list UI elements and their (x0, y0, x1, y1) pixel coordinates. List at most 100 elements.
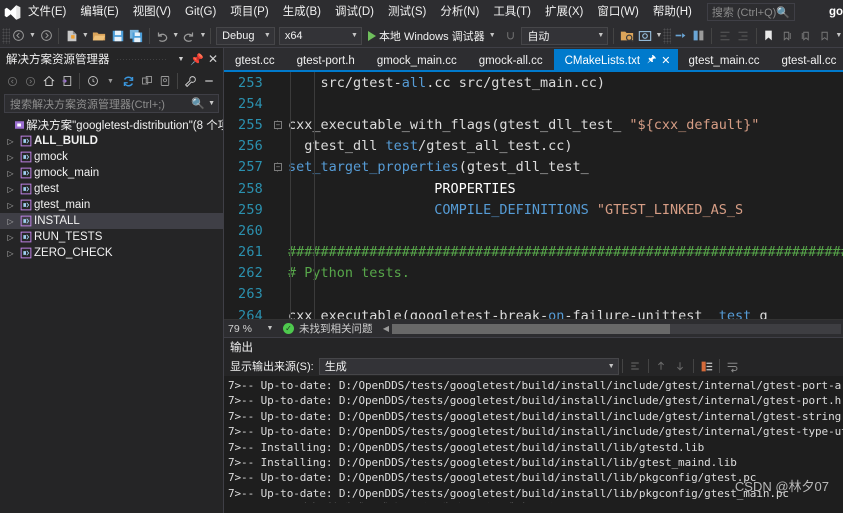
bookmark-icon[interactable] (760, 26, 779, 46)
toolbar-grip[interactable] (2, 27, 10, 44)
toggle-word-wrap-icon[interactable] (723, 357, 742, 375)
expand-arrow-icon[interactable]: ▷ (4, 249, 17, 258)
expand-arrow-icon[interactable]: ▷ (4, 233, 17, 242)
tab-gtest-port-h[interactable]: gtest-port.h (286, 49, 366, 72)
close-icon[interactable]: ✕ (661, 54, 670, 67)
solution-tree[interactable]: 解决方案"googletest-distribution"(8 个项目，共 ▷ A… (0, 116, 223, 513)
code-line[interactable]: 263 (224, 284, 843, 305)
indent-icon[interactable] (715, 26, 734, 46)
sidebar-item-gtest_main[interactable]: ▷ gtest_main (0, 197, 223, 213)
sidebar-item-run_tests[interactable]: ▷ RUN_TESTS (0, 229, 223, 245)
chevron-down-icon[interactable]: ▼ (264, 325, 276, 332)
screenshot-icon[interactable] (636, 26, 655, 46)
code-editor[interactable]: 253 src/gtest-all.cc src/gtest_main.cc) 2… (224, 72, 843, 319)
tab-gmock-main-cc[interactable]: gmock_main.cc (366, 49, 468, 72)
menu-edit[interactable]: 编辑(E) (73, 2, 125, 22)
clear-all-icon[interactable] (697, 357, 716, 375)
chevron-down-icon[interactable]: ▼ (488, 32, 497, 39)
clear-bookmarks-icon[interactable] (816, 26, 835, 46)
zoom-level[interactable]: 79 % (228, 323, 264, 335)
horizontal-scrollbar[interactable]: ◀ (381, 323, 841, 335)
code-line[interactable]: 259 COMPILE_DEFINITIONS "GTEST_LINKED_AS… (224, 199, 843, 220)
back-icon[interactable] (4, 72, 21, 90)
redo-icon[interactable] (180, 26, 199, 46)
solution-root-node[interactable]: 解决方案"googletest-distribution"(8 个项目，共 (0, 117, 223, 133)
expand-arrow-icon[interactable]: ▷ (4, 137, 17, 146)
tab-cmakelists-txt[interactable]: CMakeLists.txt 🖈 ✕ (553, 49, 678, 72)
toolbar-grip[interactable] (663, 27, 671, 44)
undo-icon[interactable] (153, 26, 172, 46)
expand-arrow-icon[interactable]: ▷ (4, 153, 17, 162)
outdent-icon[interactable] (734, 26, 753, 46)
new-item-dropdown-icon[interactable]: ▼ (81, 32, 89, 39)
scrollbar-track[interactable] (391, 323, 841, 334)
redo-dropdown-icon[interactable]: ▼ (199, 32, 207, 39)
expand-arrow-icon[interactable]: ▷ (4, 185, 17, 194)
code-line[interactable]: 258 PROPERTIES (224, 178, 843, 199)
sidebar-item-gmock[interactable]: ▷ gmock (0, 149, 223, 165)
menu-debug[interactable]: 调试(D) (328, 2, 381, 22)
code-line[interactable]: 255 − cxx_executable_with_flags(gtest_dll_… (224, 114, 843, 135)
menu-test[interactable]: 测试(S) (381, 2, 433, 22)
expand-arrow-icon[interactable]: ▷ (4, 217, 17, 226)
navigate-backward-icon[interactable] (10, 26, 29, 46)
undo-dropdown-icon[interactable]: ▼ (172, 32, 180, 39)
chevron-down-icon[interactable]: ▼ (655, 32, 663, 39)
menu-project[interactable]: 项目(P) (223, 2, 275, 22)
menu-view[interactable]: 视图(V) (126, 2, 178, 22)
save-all-icon[interactable] (127, 26, 146, 46)
pin-icon[interactable]: 🖈 (647, 52, 656, 69)
show-all-files-icon[interactable] (156, 72, 173, 90)
menu-help[interactable]: 帮助(H) (646, 2, 699, 22)
close-icon[interactable]: ✕ (205, 52, 221, 66)
previous-bookmark-icon[interactable] (778, 26, 797, 46)
sidebar-item-install[interactable]: ▷ INSTALL (0, 213, 223, 229)
tab-gmock-all-cc[interactable]: gmock-all.cc (468, 49, 554, 72)
code-line[interactable]: 261 #####################################… (224, 242, 843, 263)
sync-with-active-document-icon[interactable] (58, 72, 75, 90)
attach-icon[interactable] (501, 26, 520, 46)
code-line[interactable]: 257 − set_target_properties(gtest_dll_test… (224, 157, 843, 178)
chevron-down-icon[interactable]: ▼ (173, 56, 189, 63)
save-icon[interactable] (108, 26, 127, 46)
code-lines[interactable]: 253 src/gtest-all.cc src/gtest_main.cc) 2… (224, 72, 843, 319)
expand-arrow-icon[interactable]: ▷ (4, 201, 17, 210)
menu-window[interactable]: 窗口(W) (590, 2, 646, 22)
collapse-icon[interactable]: − (274, 120, 282, 129)
next-bookmark-icon[interactable] (797, 26, 816, 46)
new-item-icon[interactable] (62, 26, 81, 46)
collapse-icon[interactable]: − (274, 163, 282, 172)
menu-extensions[interactable]: 扩展(X) (538, 2, 590, 22)
expand-arrow-icon[interactable]: ▷ (4, 169, 17, 178)
pending-changes-icon[interactable] (84, 72, 101, 90)
find-in-files-icon[interactable] (617, 26, 636, 46)
sidebar-item-gmock_main[interactable]: ▷ gmock_main (0, 165, 223, 181)
solution-configuration-combo[interactable]: Debug ▼ (216, 26, 275, 45)
minus-icon[interactable] (200, 72, 217, 90)
code-line[interactable]: 253 src/gtest-all.cc src/gtest_main.cc) (224, 72, 843, 93)
code-line[interactable]: 254 (224, 93, 843, 114)
navigate-forward-icon[interactable] (37, 26, 56, 46)
find-message-icon[interactable] (626, 357, 645, 375)
output-text-area[interactable]: 7>-- Up-to-date: D:/OpenDDS/tests/google… (224, 376, 843, 503)
code-line[interactable]: 264 cxx_executable(googletest-break-on-fa… (224, 305, 843, 319)
code-line[interactable]: 256 gtest_dll test/gtest_all_test.cc) (224, 136, 843, 157)
solution-explorer-search-input[interactable]: 搜索解决方案资源管理器(Ctrl+;) 🔍 ▼ (4, 94, 219, 113)
global-search-box[interactable]: 搜索 (Ctrl+Q) 🔍 (706, 3, 796, 21)
scrollbar-thumb[interactable] (391, 323, 671, 334)
properties-icon[interactable] (182, 72, 199, 90)
code-line[interactable]: 260 (224, 220, 843, 241)
sidebar-item-all_build[interactable]: ▷ ALL_BUILD (0, 133, 223, 149)
refresh-icon[interactable] (120, 72, 137, 90)
home-icon[interactable] (40, 72, 57, 90)
start-debugging-button[interactable]: 本地 Windows 调试器 ▼ (364, 26, 501, 46)
navigate-backward-dropdown-icon[interactable]: ▼ (28, 32, 36, 39)
chevron-down-icon[interactable]: ▼ (205, 100, 215, 107)
tab-gtest-cc[interactable]: gtest.cc (224, 49, 286, 72)
solution-platform-combo[interactable]: x64 ▼ (278, 26, 362, 45)
code-line[interactable]: 262 # Python tests. (224, 263, 843, 284)
menu-git[interactable]: Git(G) (178, 2, 223, 22)
tab-gtest-main-cc[interactable]: gtest_main.cc (678, 49, 771, 72)
output-source-combo[interactable]: 生成 ▼ (318, 357, 619, 375)
pin-icon[interactable]: 📌 (189, 53, 205, 66)
